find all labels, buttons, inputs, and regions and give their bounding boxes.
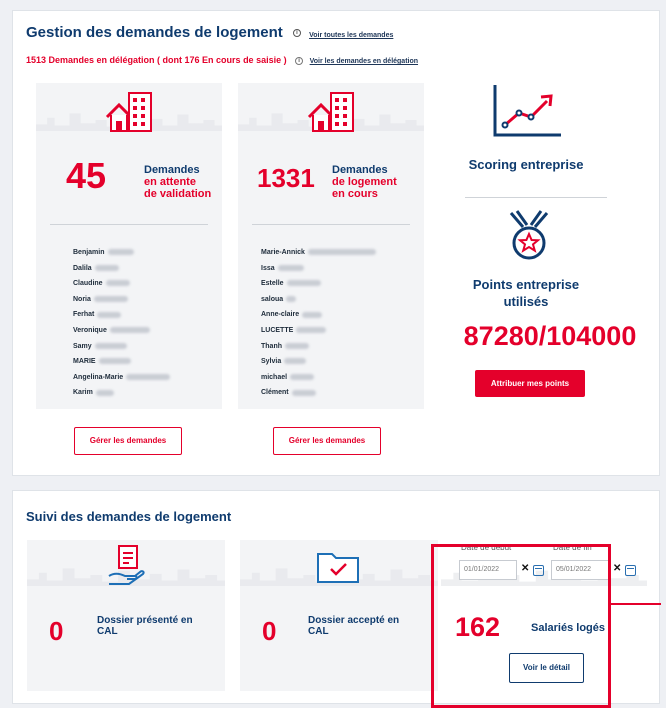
highlight-frame	[431, 544, 611, 708]
pending-requests-card: 45 Demandes en attente de validation Ben…	[36, 83, 222, 409]
list-item: michael	[261, 374, 376, 390]
presented-count: 0	[49, 616, 64, 646]
divider	[252, 224, 410, 225]
delegation-requests-link[interactable]: Voir les demandes en délégation	[310, 58, 418, 65]
divider	[465, 197, 607, 198]
accepted-card: 0 Dossier accepté en CAL	[240, 540, 438, 691]
scoring-link[interactable]: Scoring entreprise	[443, 157, 609, 172]
folder-check-icon	[317, 553, 359, 583]
house-building-icon	[307, 92, 354, 132]
assign-points-button[interactable]: Attribuer mes points	[475, 370, 585, 397]
pending-label: Demandes en attente de validation	[144, 164, 212, 200]
list-item: Angelina-Marie	[73, 374, 171, 390]
list-item: Veronique	[73, 327, 170, 343]
manage-inprogress-button[interactable]: Gérer les demandes	[273, 427, 381, 455]
clear-end-icon[interactable]: ✕	[613, 563, 621, 574]
accepted-count: 0	[262, 616, 277, 646]
list-item: Karim	[73, 389, 170, 405]
see-all-requests-link[interactable]: Voir toutes les demandes	[309, 32, 393, 39]
list-item: Issa	[261, 265, 376, 281]
inprogress-names-list: Marie-Annick Issa Estelle saloua Anne-cl…	[261, 249, 376, 405]
points-value: 87280/104000	[463, 321, 637, 351]
list-item: saloua	[261, 296, 376, 312]
list-item: Marie-Annick	[261, 249, 376, 265]
list-item: Sylvia	[261, 358, 376, 374]
list-item: Anne-claire	[261, 311, 376, 327]
pending-names-list: Benjamin Dalila Claudine Noria Ferhat Ve…	[73, 249, 171, 405]
list-item: LUCETTE	[261, 327, 376, 343]
list-item: MARIE	[73, 358, 170, 374]
list-item: Samy	[73, 343, 170, 359]
info-icon: i	[295, 56, 304, 65]
document-hand-icon	[108, 545, 145, 585]
manage-pending-button[interactable]: Gérer les demandes	[74, 427, 182, 455]
info-icon: i	[292, 29, 301, 38]
housing-requests-panel: Gestion des demandes de logement i Voir …	[12, 10, 660, 476]
points-label: Points entreprise utilisés	[472, 277, 580, 309]
panel-title: Gestion des demandes de logement i Voir …	[26, 24, 394, 41]
list-item: Estelle	[261, 280, 376, 296]
inprogress-requests-card: 1331 Demandes de logement en cours Marie…	[238, 83, 424, 409]
presented-label: Dossier présenté en CAL	[97, 615, 193, 637]
chart-trend-icon	[493, 85, 561, 137]
medal-icon	[509, 210, 549, 260]
house-building-icon	[105, 92, 152, 132]
list-item: Ferhat	[73, 311, 170, 327]
calendar-icon[interactable]	[625, 565, 636, 576]
divider	[50, 224, 208, 225]
list-item: Noria	[73, 296, 170, 312]
list-item: Benjamin	[73, 249, 170, 265]
pending-count: 45	[66, 155, 107, 196]
list-item: Clément	[261, 389, 376, 405]
highlight-connector	[611, 603, 661, 605]
list-item: Claudine	[73, 280, 170, 296]
inprogress-count: 1331	[257, 163, 315, 193]
list-item: Dalila	[73, 265, 170, 281]
tracking-title: Suivi des demandes de logement	[26, 509, 232, 524]
inprogress-label: Demandes de logement en cours	[332, 164, 397, 200]
presented-card: 0 Dossier présenté en CAL	[27, 540, 225, 691]
accepted-label: Dossier accepté en CAL	[308, 615, 400, 637]
delegation-summary: 1513 Demandes en délégation ( dont 176 E…	[26, 55, 419, 65]
list-item: Thanh	[261, 343, 376, 359]
housing-tracking-panel: Suivi des demandes de logement 0 Dossier…	[12, 490, 661, 708]
